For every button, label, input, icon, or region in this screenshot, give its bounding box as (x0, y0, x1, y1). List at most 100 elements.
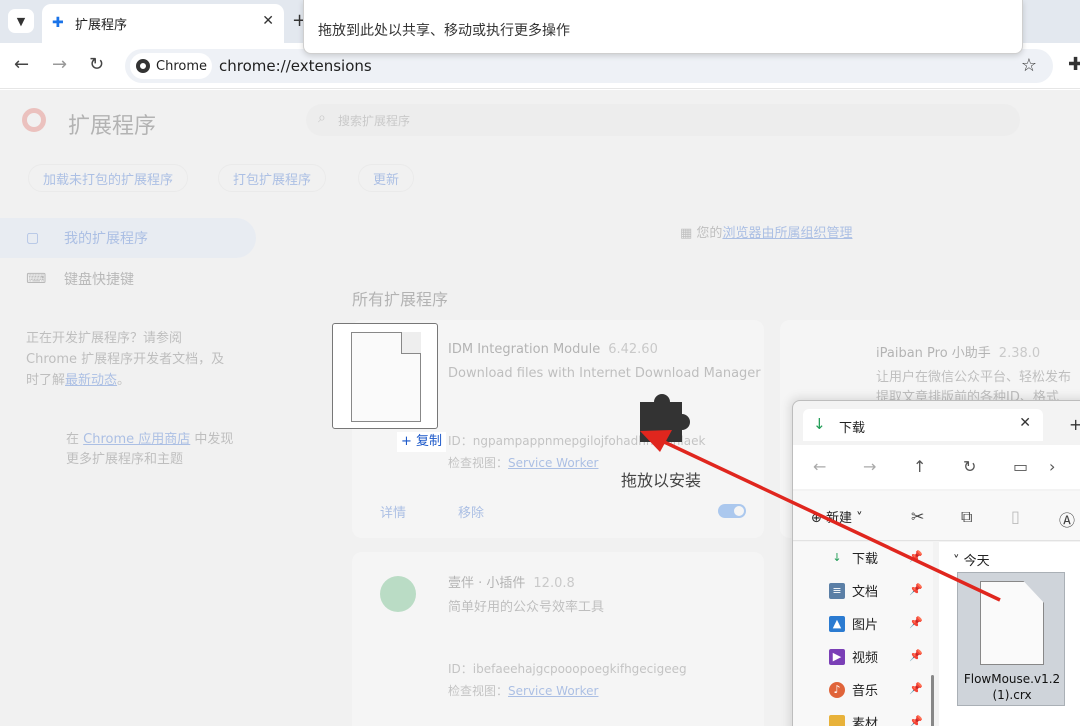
extension-icon: ▢ (26, 230, 40, 246)
extension-name: iPaiban Pro 小助手 2.38.0 (876, 342, 1040, 361)
extension-name-text: iPaiban Pro 小助手 (876, 346, 991, 361)
latest-news-link[interactable]: 最新动态 (65, 373, 117, 388)
nav-item-documents[interactable]: ≡ 文档 (829, 581, 878, 600)
managed-link[interactable]: 浏览器由所属组织管理 (722, 226, 852, 241)
url-text[interactable]: chrome://extensions (219, 57, 372, 75)
service-worker-link[interactable]: Service Worker (508, 684, 598, 698)
nav-item-music[interactable]: ♪ 音乐 (829, 680, 878, 699)
extension-version: 2.38.0 (998, 346, 1041, 361)
extension-description: Download files with Internet Download Ma… (448, 366, 761, 381)
pin-icon: 📌 (909, 715, 923, 726)
sidebar-item-label: 我的扩展程序 (64, 231, 148, 247)
chevron-down-icon: ▼ (16, 14, 26, 28)
building-icon: ▦ (680, 226, 697, 241)
nav-item-downloads[interactable]: ↓ 下载 (829, 548, 879, 568)
drop-share-banner[interactable]: 拖放到此处以共享、移动或执行更多操作 (303, 0, 1023, 54)
monitor-icon[interactable]: ▭ (1013, 457, 1028, 476)
puzzle-icon (640, 394, 690, 442)
scrollbar[interactable] (931, 675, 934, 726)
rename-icon[interactable]: Ⓐ (1059, 507, 1075, 531)
remove-button[interactable]: 移除 (458, 502, 484, 521)
section-title: 所有扩展程序 (352, 290, 449, 309)
inspect-label: 检查视图： (448, 456, 509, 470)
file-item-crx[interactable]: FlowMouse.v1.2 (1).crx (957, 572, 1065, 706)
drop-banner-text: 拖放到此处以共享、移动或执行更多操作 (318, 23, 570, 39)
nav-item-label: 下载 (852, 552, 879, 567)
developer-note: 正在开发扩展程序？请参阅 Chrome 扩展程序开发者文档，及时了解最新动态。 (26, 328, 236, 391)
cut-icon[interactable]: ✂ (911, 507, 924, 526)
back-icon[interactable]: ← (14, 54, 29, 75)
nav-item-label: 素材 (852, 717, 879, 726)
up-icon[interactable]: ↑ (913, 457, 926, 476)
extension-description: 让用户在微信公众平台、轻松发布 (876, 370, 1072, 385)
nav-item-label: 文档 (852, 585, 879, 600)
inspect-label: 检查视图： (448, 684, 509, 698)
address-bar[interactable]: Chrome chrome://extensions ☆ (125, 49, 1053, 83)
new-tab-button[interactable]: + (1069, 415, 1080, 434)
load-unpacked-button[interactable]: 加载未打包的扩展程序 (28, 164, 189, 192)
new-button-label: 新建 (826, 511, 853, 526)
paste-icon[interactable]: ▯ (1011, 507, 1020, 526)
drag-file-ghost (332, 323, 438, 429)
tab-close-icon[interactable]: ✕ (262, 13, 274, 29)
close-icon[interactable]: ✕ (1019, 415, 1031, 431)
pin-icon: 📌 (909, 682, 923, 695)
forward-icon[interactable]: → (52, 54, 67, 75)
nav-item-materials[interactable]: 素材 (829, 713, 878, 726)
extension-name-text: IDM Integration Module (448, 342, 601, 357)
inspect-views: 检查视图：Service Worker (448, 454, 598, 471)
update-button[interactable]: 更新 (358, 164, 415, 192)
bookmark-star-icon[interactable]: ☆ (1021, 55, 1037, 76)
sidebar-item-label: 键盘快捷键 (64, 272, 134, 288)
tab-title: 扩展程序 (75, 18, 128, 33)
extension-version: 12.0.8 (533, 576, 575, 591)
nav-item-label: 视频 (852, 651, 879, 666)
pin-icon: 📌 (909, 550, 923, 563)
details-button[interactable]: 详情 (380, 502, 406, 521)
site-info-chip[interactable]: Chrome (130, 53, 212, 79)
service-worker-link[interactable]: Service Worker (508, 456, 598, 470)
folder-icon (829, 714, 845, 726)
nav-item-videos[interactable]: ▶ 视频 (829, 647, 878, 666)
back-icon[interactable]: ← (813, 457, 826, 476)
pin-icon: 📌 (909, 616, 923, 629)
search-icon: ⌕ (318, 110, 326, 126)
nav-item-pictures[interactable]: ▲ 图片 (829, 614, 878, 633)
puzzle-icon: ✚ (52, 15, 64, 31)
refresh-icon[interactable]: ↻ (963, 457, 976, 476)
webstore-note: 在 Chrome 应用商店 中发现更多扩展程序和主题 (26, 430, 246, 470)
search-input[interactable]: ⌕ 搜索扩展程序 (306, 104, 1020, 136)
copy-indicator: + 复制 (397, 432, 447, 452)
pack-extension-button[interactable]: 打包扩展程序 (218, 164, 327, 192)
nav-item-label: 图片 (852, 618, 879, 633)
sidebar-item-my-extensions[interactable]: ▢ 我的扩展程序 (0, 218, 256, 258)
keyboard-icon: ⌨ (26, 271, 47, 287)
forward-icon[interactable]: → (863, 457, 876, 476)
chevron-right-icon[interactable]: › (1049, 457, 1055, 476)
explorer-tab-downloads[interactable]: ↓ 下载 ✕ (803, 409, 1043, 441)
new-button[interactable]: ⊕ 新建 ˅ (811, 507, 863, 526)
group-header-today[interactable]: ˅ 今天 (953, 550, 990, 569)
explorer-nav-bar: ← → ↑ ↻ ▭ › (793, 445, 1080, 489)
explorer-content: ˅ 今天 FlowMouse.v1.2 (1).crx (939, 542, 1080, 726)
copy-icon[interactable]: ⧉ (961, 507, 972, 527)
id-value: ibefaeehajgcpooopoegkifhgecigeeg (472, 662, 687, 676)
sidebar-item-shortcuts[interactable]: ⌨ 键盘快捷键 (0, 259, 256, 299)
enable-toggle[interactable] (718, 504, 746, 518)
extensions-menu-icon[interactable]: ✚ (1068, 54, 1080, 75)
download-icon: ↓ (813, 415, 826, 433)
chrome-logo-icon (22, 108, 46, 132)
extension-id: ID：ibefaeehajgcpooopoegkifhgecigeeg (448, 660, 687, 677)
tab-extensions[interactable]: ✚ 扩展程序 ✕ (42, 4, 284, 43)
extension-name: 壹伴 · 小插件 12.0.8 (448, 572, 575, 591)
drop-to-install-label: 拖放以安装 (621, 471, 702, 490)
reload-icon[interactable]: ↻ (89, 54, 104, 75)
extension-name-text: 壹伴 · 小插件 (448, 576, 526, 591)
explorer-tab-title: 下载 (839, 421, 866, 436)
tab-search-button[interactable]: ▼ (8, 9, 34, 33)
extension-logo (380, 576, 416, 612)
page-title: 扩展程序 (68, 114, 157, 139)
explorer-nav-pane: ↓ 下载 📌 ≡ 文档 📌 ▲ 图片 📌 ▶ 视频 📌 ♪ 音乐 📌 素材 📌 (793, 542, 933, 726)
webstore-link[interactable]: Chrome 应用商店 (83, 432, 190, 447)
chrome-logo-icon (136, 59, 150, 73)
